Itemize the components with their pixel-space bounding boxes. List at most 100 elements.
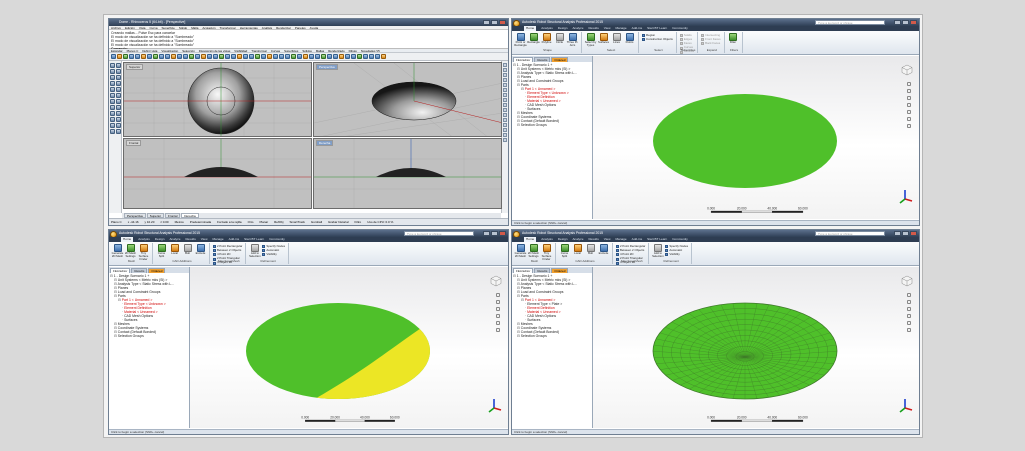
tool-icon[interactable] [110, 69, 115, 74]
toolbar-tab[interactable]: Estándar [111, 49, 123, 52]
toolbar-tool-icon[interactable] [225, 54, 230, 59]
browser-tab[interactable]: Results [534, 268, 551, 273]
toolbar-tab[interactable]: Visibilidad [234, 49, 247, 52]
toolbar-tool-icon[interactable] [147, 54, 152, 59]
tool-icon[interactable] [110, 81, 115, 86]
close-button[interactable] [499, 20, 506, 25]
toolbar-tool-icon[interactable] [333, 54, 338, 59]
tool-icon[interactable] [110, 99, 115, 104]
zoom-icon[interactable] [907, 89, 911, 93]
toolbar-tool-icon[interactable] [297, 54, 302, 59]
menu-item[interactable]: Paneles [295, 26, 306, 29]
tree-node[interactable]: ⊟ Selection Groups [513, 123, 591, 127]
toolbar-tool-icon[interactable] [135, 54, 140, 59]
tree-node[interactable]: ⊟ Selection Groups [110, 334, 188, 338]
look-icon[interactable] [907, 314, 911, 318]
toolbar-tool-icon[interactable] [189, 54, 194, 59]
toolbar-tool-icon[interactable] [141, 54, 146, 59]
tool-icon[interactable] [116, 129, 121, 134]
tool-icon[interactable] [110, 111, 115, 116]
fit-icon[interactable] [496, 328, 500, 332]
toolbar-tool-icon[interactable] [153, 54, 158, 59]
tool-icon[interactable] [503, 73, 507, 77]
tool-icon[interactable] [110, 63, 115, 68]
walk-icon[interactable] [907, 110, 911, 114]
toolbar-tab[interactable]: Visualización [161, 49, 178, 52]
tool-icon[interactable] [116, 69, 121, 74]
menu-item[interactable]: Análisis [262, 26, 272, 29]
tool-icon[interactable] [116, 63, 121, 68]
toolbar-tool-icon[interactable] [381, 54, 386, 59]
ribbon-list-item[interactable]: Divide 1 Object [217, 265, 237, 266]
toolbar-tab[interactable]: Renderizado [328, 49, 344, 52]
toolbar-tool-icon[interactable] [207, 54, 212, 59]
viewport-right[interactable]: Derecha [313, 138, 502, 209]
search-input[interactable]: Type a keyword or phrase [404, 231, 474, 236]
viewport-top[interactable]: Superior [123, 62, 312, 137]
tool-icon[interactable] [110, 123, 115, 128]
toolbar-tool-icon[interactable] [315, 54, 320, 59]
toolbar-tab[interactable]: Dibujo [349, 49, 357, 52]
toolbar-tool-icon[interactable] [375, 54, 380, 59]
display-area[interactable]: 0.000 20.000 40.000 60.000 [593, 56, 919, 219]
tool-icon[interactable] [116, 81, 121, 86]
status-field[interactable]: RefObj [274, 219, 283, 225]
toolbar-tool-icon[interactable] [285, 54, 290, 59]
viewport-label[interactable]: Superior [126, 64, 144, 70]
status-field[interactable]: Grabar historial [328, 219, 349, 225]
minimize-button[interactable] [483, 231, 490, 236]
browser-tab[interactable]: Ordered [551, 268, 569, 273]
maximize-button[interactable] [491, 20, 498, 25]
toolbar-tab[interactable]: Transformar [251, 49, 267, 52]
walk-icon[interactable] [907, 321, 911, 325]
toolbar-tab[interactable]: Mallas [316, 49, 324, 52]
toolbar-tool-icon[interactable] [177, 54, 182, 59]
toolbar-tool-icon[interactable] [345, 54, 350, 59]
display-area[interactable]: 0.000 20.000 40.000 60.000 [593, 267, 919, 428]
menu-item[interactable]: Transformar [220, 26, 236, 29]
tool-icon[interactable] [116, 117, 121, 122]
browser-tab[interactable]: Ordered [551, 57, 569, 62]
toolbar-tool-icon[interactable] [111, 54, 116, 59]
toolbar-tool-icon[interactable] [291, 54, 296, 59]
toolbar-tool-icon[interactable] [171, 54, 176, 59]
status-field[interactable]: Predeterminada [190, 219, 211, 225]
pan-icon[interactable] [907, 293, 911, 297]
status-field[interactable]: SmartTrack [289, 219, 304, 225]
menu-item[interactable]: Curva [149, 26, 157, 29]
toolbar-tool-icon[interactable] [339, 54, 344, 59]
status-field[interactable]: Orto [248, 219, 254, 225]
toolbar-tool-icon[interactable] [219, 54, 224, 59]
toolbar-tab[interactable]: Planos C [127, 49, 139, 52]
close-button[interactable] [910, 231, 917, 236]
status-field[interactable]: Gumball [311, 219, 322, 225]
menu-item[interactable]: Edición [125, 26, 135, 29]
pan-icon[interactable] [907, 82, 911, 86]
menu-item[interactable]: Superficie [162, 26, 175, 29]
tool-icon[interactable] [110, 129, 115, 134]
toolbar-tab[interactable]: Curvas [271, 49, 280, 52]
viewport-front[interactable]: Frontal [123, 138, 312, 209]
menu-item[interactable]: Renderizar [276, 26, 291, 29]
toolbar-tool-icon[interactable] [159, 54, 164, 59]
tool-icon[interactable] [503, 108, 507, 112]
status-field[interactable]: Uso de CPU: 0.0 % [367, 219, 393, 225]
viewport-label[interactable]: Derecha [316, 140, 334, 146]
menu-item[interactable]: Sólido [179, 26, 187, 29]
ribbon-list-item[interactable]: Back Faces [701, 42, 720, 46]
menu-item[interactable]: Ayuda [310, 26, 318, 29]
toolbar-tab[interactable]: Novedades V5 [361, 49, 380, 52]
toolbar-tab[interactable]: Definir vista [142, 49, 157, 52]
center-icon[interactable] [907, 124, 911, 128]
toolbar-tool-icon[interactable] [249, 54, 254, 59]
toolbar-tool-icon[interactable] [123, 54, 128, 59]
tool-icon[interactable] [503, 98, 507, 102]
browser-tab[interactable]: Ordered [148, 268, 166, 273]
fit-icon[interactable] [907, 328, 911, 332]
tool-icon[interactable] [110, 105, 115, 110]
toolbar-tool-icon[interactable] [363, 54, 368, 59]
tool-icon[interactable] [503, 113, 507, 117]
tool-icon[interactable] [116, 105, 121, 110]
tool-icon[interactable] [503, 123, 507, 127]
toolbar-tool-icon[interactable] [129, 54, 134, 59]
